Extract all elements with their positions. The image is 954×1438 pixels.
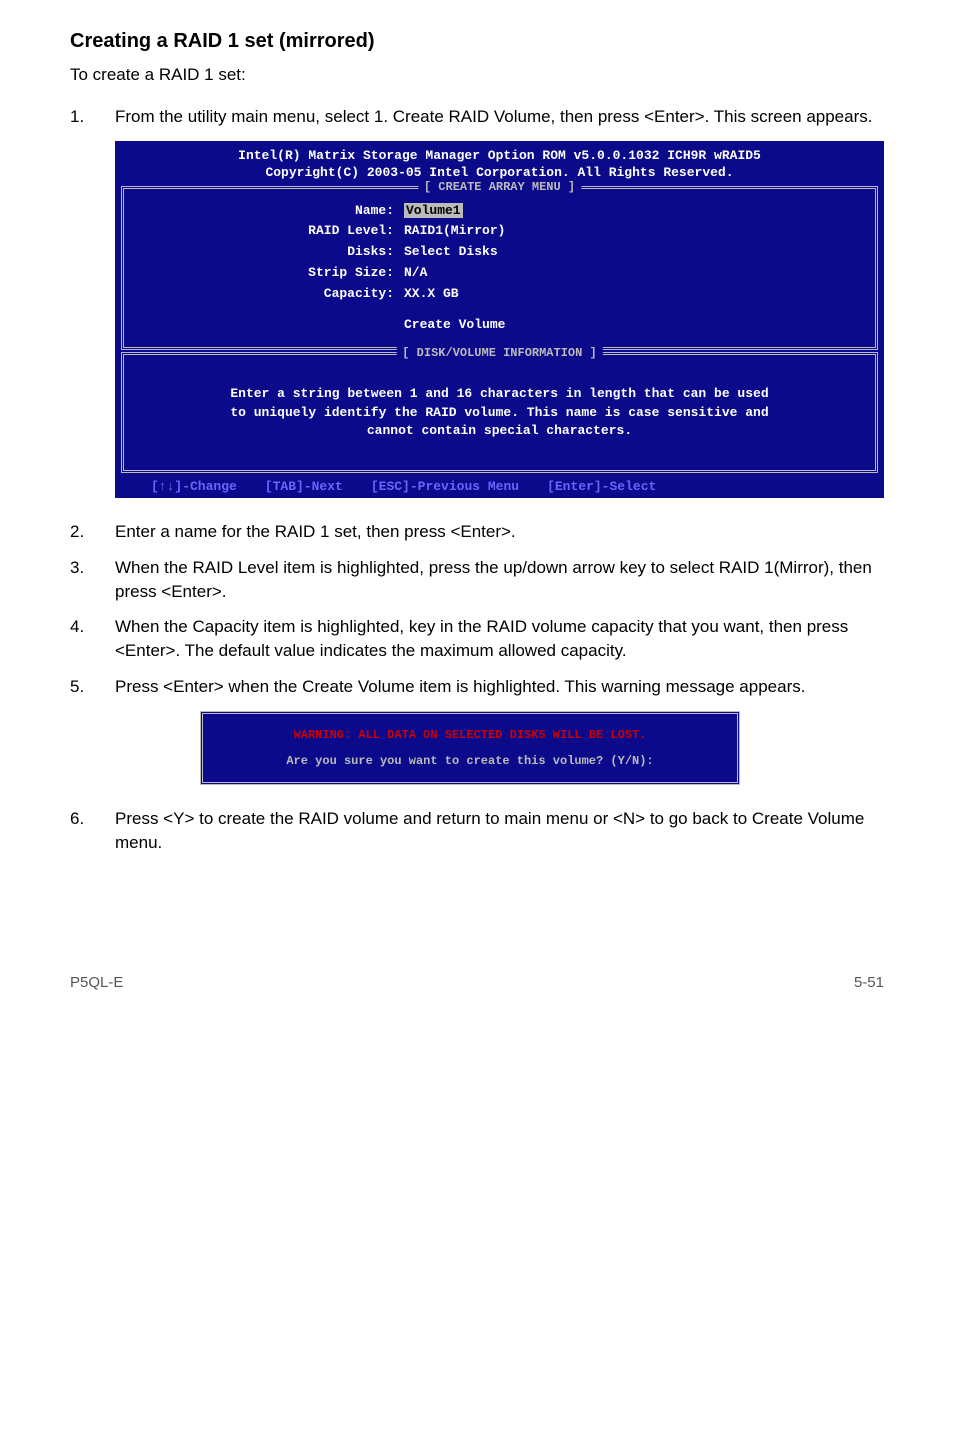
step-text: Press <Y> to create the RAID volume and … [115,807,884,855]
capacity-value[interactable]: XX.X GB [404,284,875,305]
confirm-prompt[interactable]: Are you sure you want to create this vol… [217,754,723,768]
step-text: Enter a name for the RAID 1 set, then pr… [115,520,884,544]
section-heading: Creating a RAID 1 set (mirrored) [70,30,884,53]
info-line-2: to uniquely identify the RAID volume. Th… [164,404,835,422]
step-text: When the Capacity item is highlighted, k… [115,615,884,663]
step-number: 3. [70,556,115,604]
disks-label: Disks: [124,242,404,263]
disk-volume-info-section: [ DISK/VOLUME INFORMATION ] Enter a stri… [121,352,878,473]
step-text: From the utility main menu, select 1. Cr… [115,105,884,129]
name-label: Name: [124,201,404,222]
create-volume-action[interactable]: Create Volume [404,315,875,336]
step-4: 4. When the Capacity item is highlighted… [70,615,884,663]
raid-level-value[interactable]: RAID1(Mirror) [404,221,875,242]
intro-text: To create a RAID 1 set: [70,63,884,87]
nav-esc-previous[interactable]: [ESC]-Previous Menu [371,479,519,494]
capacity-label: Capacity: [124,284,404,305]
strip-size-value: N/A [404,263,875,284]
bios-header: Intel(R) Matrix Storage Manager Option R… [115,141,884,184]
raid-level-label: RAID Level: [124,221,404,242]
step-number: 2. [70,520,115,544]
footer-right: 5-51 [854,974,884,991]
page-footer: P5QL-E 5-51 [70,974,884,991]
step-number: 1. [70,105,115,129]
disk-volume-info-label: [ DISK/VOLUME INFORMATION ] [396,346,602,360]
warning-dialog: WARNING: ALL DATA ON SELECTED DISKS WILL… [200,711,740,785]
create-array-menu-section: [ CREATE ARRAY MENU ] Name: Volume1 RAID… [121,186,878,351]
disks-value[interactable]: Select Disks [404,242,875,263]
nav-change[interactable]: [↑↓]-Change [151,479,237,494]
step-number: 5. [70,675,115,699]
nav-enter-select[interactable]: [Enter]-Select [547,479,656,494]
step-text: When the RAID Level item is highlighted,… [115,556,884,604]
bios-title-line1: Intel(R) Matrix Storage Manager Option R… [115,147,884,165]
step-6: 6. Press <Y> to create the RAID volume a… [70,807,884,855]
bios-bottom-bar: [↑↓]-Change [TAB]-Next [ESC]-Previous Me… [115,475,884,498]
info-line-1: Enter a string between 1 and 16 characte… [164,385,835,403]
create-array-menu-label: [ CREATE ARRAY MENU ] [418,180,581,194]
step-3: 3. When the RAID Level item is highlight… [70,556,884,604]
info-line-3: cannot contain special characters. [164,422,835,440]
create-volume-spacer [124,315,404,336]
step-1: 1. From the utility main menu, select 1.… [70,105,884,129]
step-number: 4. [70,615,115,663]
warning-text: WARNING: ALL DATA ON SELECTED DISKS WILL… [217,728,723,742]
name-value[interactable]: Volume1 [404,203,463,218]
step-number: 6. [70,807,115,855]
strip-size-label: Strip Size: [124,263,404,284]
step-2: 2. Enter a name for the RAID 1 set, then… [70,520,884,544]
bios-screen: Intel(R) Matrix Storage Manager Option R… [115,141,884,498]
nav-tab-next[interactable]: [TAB]-Next [265,479,343,494]
step-5: 5. Press <Enter> when the Create Volume … [70,675,884,699]
footer-left: P5QL-E [70,974,123,991]
step-text: Press <Enter> when the Create Volume ite… [115,675,884,699]
